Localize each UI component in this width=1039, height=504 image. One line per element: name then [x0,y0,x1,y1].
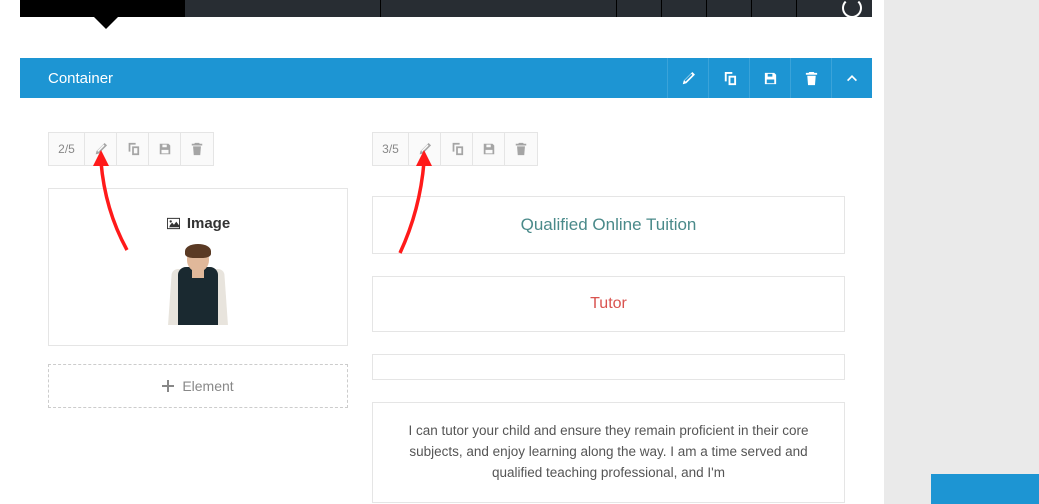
column-delete-button[interactable] [505,133,537,165]
plus-icon [162,380,174,392]
column-copy-button[interactable] [117,133,149,165]
topbar-action[interactable] [706,0,751,17]
editor-canvas: Container 2/5 [20,0,875,504]
column-ratio-label: 3/5 [373,133,409,165]
column-edit-button[interactable] [85,133,117,165]
update-button-partial[interactable] [931,474,1039,504]
column-save-button[interactable] [473,133,505,165]
avatar-image [170,242,226,325]
image-element[interactable]: Image [48,188,348,346]
top-nav-bar [20,0,872,17]
heading-text: Tutor [391,295,826,313]
column-toolbar: 2/5 [48,132,214,166]
container-delete-button[interactable] [790,58,831,98]
container-actions [667,58,872,98]
trash-icon [804,71,819,86]
heading-element[interactable]: Qualified Online Tuition [372,196,845,254]
pencil-icon [418,142,432,156]
container-copy-button[interactable] [708,58,749,98]
chevron-up-icon [847,73,857,83]
loading-spinner-icon [842,0,862,18]
tab-divider [184,0,185,17]
active-tab-indicator [94,17,118,29]
save-icon [158,142,172,156]
image-element-header: Image [166,215,230,232]
container-title: Container [20,70,113,87]
column-copy-button[interactable] [441,133,473,165]
column-toolbar: 3/5 [372,132,538,166]
container-collapse-button[interactable] [831,58,872,98]
empty-element[interactable] [372,354,845,380]
copy-icon [722,71,737,86]
column-delete-button[interactable] [181,133,213,165]
add-element-button[interactable]: Element [48,364,348,408]
trash-icon [190,142,204,156]
column-left: 2/5 Image [48,132,348,408]
topbar-action[interactable] [796,0,841,17]
pencil-icon [94,142,108,156]
image-element-label: Image [187,215,230,232]
heading-text: Qualified Online Tuition [391,215,826,235]
copy-icon [450,142,464,156]
settings-sidebar [884,0,1039,504]
heading-element[interactable]: Tutor [372,276,845,332]
add-element-label: Element [182,378,233,394]
pencil-icon [681,71,696,86]
save-icon [763,71,778,86]
text-element[interactable]: I can tutor your child and ensure they r… [372,402,845,503]
topbar-action[interactable] [616,0,661,17]
column-save-button[interactable] [149,133,181,165]
trash-icon [514,142,528,156]
container-edit-button[interactable] [667,58,708,98]
tab-divider [380,0,381,17]
column-edit-button[interactable] [409,133,441,165]
topbar-action[interactable] [661,0,706,17]
save-icon [482,142,496,156]
container-header[interactable]: Container [20,58,872,98]
container-save-button[interactable] [749,58,790,98]
copy-icon [126,142,140,156]
column-ratio-label: 2/5 [49,133,85,165]
text-body: I can tutor your child and ensure they r… [391,421,826,484]
active-tab[interactable] [20,0,184,17]
topbar-action[interactable] [751,0,796,17]
column-right: 3/5 Qualified Online Tuition Tutor I can… [372,132,845,503]
image-icon [166,217,181,230]
